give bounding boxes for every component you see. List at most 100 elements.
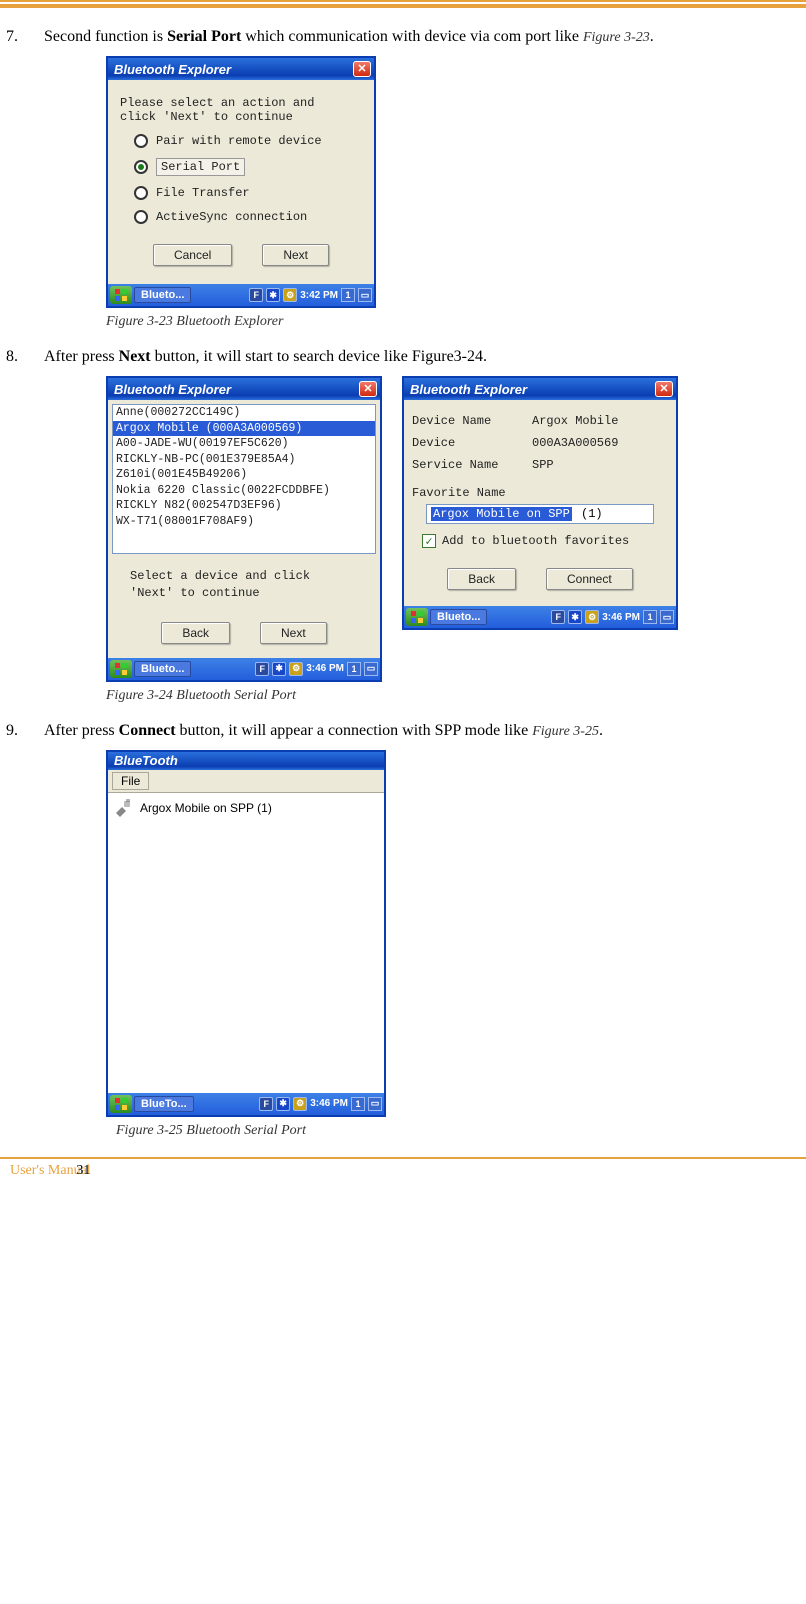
window-bluetooth-explorer-device-detail: Bluetooth Explorer ✕ Device Name Argox Mo… <box>402 376 678 630</box>
checkbox-add-favorites[interactable]: ✓ Add to bluetooth favorites <box>422 534 658 548</box>
titlebar: Bluetooth Explorer ✕ <box>108 58 374 80</box>
step-text: After press Next button, it will start t… <box>44 348 800 366</box>
menu-file[interactable]: File <box>112 772 149 790</box>
device-list-item[interactable]: A00-JADE-WU(00197EF5C620) <box>113 436 375 452</box>
next-button[interactable]: Next <box>260 622 327 644</box>
label-device-name: Device Name <box>412 414 532 428</box>
taskbar: BlueTo... F ✱ ⚙ 3:46 PM 1 ▭ <box>108 1093 384 1115</box>
tray-icon[interactable]: ⚙ <box>293 1097 307 1111</box>
figure-caption-3-24: Figure 3-24 Bluetooth Serial Port <box>106 688 800 704</box>
bluetooth-icon[interactable]: ✱ <box>568 610 582 624</box>
cancel-button[interactable]: Cancel <box>153 244 232 266</box>
desktop-icon[interactable]: ▭ <box>660 610 674 624</box>
footer-page-number: 31 <box>76 1163 90 1179</box>
step-number: 9. <box>6 722 44 740</box>
label-favorite-name: Favorite Name <box>412 486 668 500</box>
start-button[interactable] <box>110 1095 132 1113</box>
device-list-item[interactable]: RICKLY N82(002547D3EF96) <box>113 498 375 514</box>
radio-pair-remote[interactable]: Pair with remote device <box>134 134 366 148</box>
tray-f-icon[interactable]: F <box>255 662 269 676</box>
connect-button[interactable]: Connect <box>546 568 633 590</box>
figure-ref-3-25: Figure 3-25 <box>532 724 599 739</box>
window-bluetooth-connection: BlueTooth File Argox Mobile on SPP (1) B… <box>106 750 386 1117</box>
connection-label: Argox Mobile on SPP (1) <box>140 801 272 815</box>
close-icon[interactable]: ✕ <box>353 61 371 77</box>
bluetooth-icon[interactable]: ✱ <box>272 662 286 676</box>
window-title: Bluetooth Explorer <box>114 382 231 397</box>
start-button[interactable] <box>110 286 132 304</box>
window-bluetooth-explorer-device-list: Bluetooth Explorer ✕ Anne(000272CC149C)A… <box>106 376 382 682</box>
radio-activesync[interactable]: ActiveSync connection <box>134 210 366 224</box>
connection-list: Argox Mobile on SPP (1) <box>108 793 384 1093</box>
taskbar-clock: 3:46 PM <box>602 612 640 623</box>
titlebar: Bluetooth Explorer ✕ <box>404 378 676 400</box>
connection-icon <box>114 799 134 817</box>
taskbar-app[interactable]: Blueto... <box>430 609 487 625</box>
window-bluetooth-explorer-1: Bluetooth Explorer ✕ Please select an ac… <box>106 56 376 308</box>
step-text: After press Connect button, it will appe… <box>44 722 800 740</box>
tray-f-icon[interactable]: F <box>259 1097 273 1111</box>
close-icon[interactable]: ✕ <box>359 381 377 397</box>
connection-item[interactable]: Argox Mobile on SPP (1) <box>114 799 378 817</box>
tray-icon[interactable]: ⚙ <box>283 288 297 302</box>
step-9: 9. After press Connect button, it will a… <box>6 722 800 740</box>
taskbar-app[interactable]: Blueto... <box>134 287 191 303</box>
tray-f-icon[interactable]: F <box>249 288 263 302</box>
value-device: 000A3A000569 <box>532 436 618 450</box>
taskbar: Blueto... F ✱ ⚙ 3:46 PM 1 ▭ <box>404 606 676 628</box>
device-list-item[interactable]: Argox Mobile (000A3A000569) <box>113 421 375 437</box>
radio-icon <box>134 210 148 224</box>
titlebar: BlueTooth <box>108 752 384 770</box>
device-list-item[interactable]: WX-T71(08001F708AF9) <box>113 514 375 530</box>
step-number: 7. <box>6 28 44 46</box>
tray-icon[interactable]: ⚙ <box>585 610 599 624</box>
step-text: Second function is Serial Port which com… <box>44 28 800 46</box>
instruction-text: Please select an action and click 'Next'… <box>120 96 362 124</box>
tray-one-icon[interactable]: 1 <box>347 662 361 676</box>
radio-file-transfer[interactable]: File Transfer <box>134 186 366 200</box>
desktop-icon[interactable]: ▭ <box>364 662 378 676</box>
device-list-item[interactable]: Z610i(001E45B49206) <box>113 467 375 483</box>
label-device: Device <box>412 436 532 450</box>
bluetooth-icon[interactable]: ✱ <box>266 288 280 302</box>
tray-one-icon[interactable]: 1 <box>351 1097 365 1111</box>
device-list-item[interactable]: Nokia 6220 Classic(0022FCDDBFE) <box>113 483 375 499</box>
start-button[interactable] <box>110 660 132 678</box>
tray-icon[interactable]: ⚙ <box>289 662 303 676</box>
back-button[interactable]: Back <box>447 568 516 590</box>
window-title: Bluetooth Explorer <box>114 62 231 77</box>
taskbar: Blueto... F ✱ ⚙ 3:46 PM 1 ▭ <box>108 658 380 680</box>
back-button[interactable]: Back <box>161 622 230 644</box>
next-button[interactable]: Next <box>262 244 329 266</box>
titlebar: Bluetooth Explorer ✕ <box>108 378 380 400</box>
value-service-name: SPP <box>532 458 554 472</box>
step-7: 7. Second function is Serial Port which … <box>6 28 800 46</box>
radio-icon <box>134 160 148 174</box>
device-list-item[interactable]: Anne(000272CC149C) <box>113 405 375 421</box>
tray-one-icon[interactable]: 1 <box>643 610 657 624</box>
tray-one-icon[interactable]: 1 <box>341 288 355 302</box>
desktop-icon[interactable]: ▭ <box>358 288 372 302</box>
figure-ref-3-23: Figure 3-23 <box>583 30 650 45</box>
start-button[interactable] <box>406 608 428 626</box>
radio-serial-port[interactable]: Serial Port <box>134 158 366 176</box>
step-8: 8. After press Next button, it will star… <box>6 348 800 366</box>
radio-icon <box>134 186 148 200</box>
taskbar-clock: 3:42 PM <box>300 290 338 301</box>
taskbar-app[interactable]: BlueTo... <box>134 1096 194 1112</box>
bluetooth-icon[interactable]: ✱ <box>276 1097 290 1111</box>
device-list-item[interactable]: RICKLY-NB-PC(001E379E85A4) <box>113 452 375 468</box>
step-number: 8. <box>6 348 44 366</box>
desktop-icon[interactable]: ▭ <box>368 1097 382 1111</box>
device-listbox[interactable]: Anne(000272CC149C)Argox Mobile (000A3A00… <box>112 404 376 554</box>
figure-caption-3-25: Figure 3-25 Bluetooth Serial Port <box>116 1123 800 1139</box>
label-service-name: Service Name <box>412 458 532 472</box>
figure-caption-3-23: Figure 3-23 Bluetooth Explorer <box>106 314 800 330</box>
close-icon[interactable]: ✕ <box>655 381 673 397</box>
checkbox-icon: ✓ <box>422 534 436 548</box>
taskbar-clock: 3:46 PM <box>306 663 344 674</box>
taskbar-app[interactable]: Blueto... <box>134 661 191 677</box>
tray-f-icon[interactable]: F <box>551 610 565 624</box>
favorite-name-input[interactable]: Argox Mobile on SPP (1) <box>426 504 654 524</box>
window-title: BlueTooth <box>114 753 178 768</box>
